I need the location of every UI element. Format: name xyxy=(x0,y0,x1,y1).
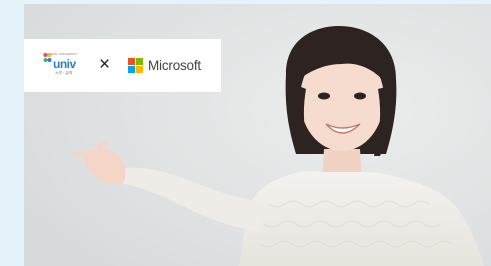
univ-mark-icon xyxy=(43,53,52,62)
microsoft-windows-icon xyxy=(128,58,144,74)
microsoft-wordmark: Microsoft xyxy=(148,58,201,73)
partner-logo-card: ORIGINAL UNIVERSITY univ 大学・高専 × Microso… xyxy=(24,39,221,92)
right-eye xyxy=(354,92,366,100)
left-eye xyxy=(318,92,330,100)
hero-banner: ORIGINAL UNIVERSITY univ 大学・高専 × Microso… xyxy=(24,4,491,266)
univ-name: univ xyxy=(53,57,76,71)
times-separator: × xyxy=(99,54,111,75)
univ-subtitle: 大学・高専 xyxy=(55,71,73,75)
univ-logo: ORIGINAL UNIVERSITY univ 大学・高専 xyxy=(43,52,91,80)
